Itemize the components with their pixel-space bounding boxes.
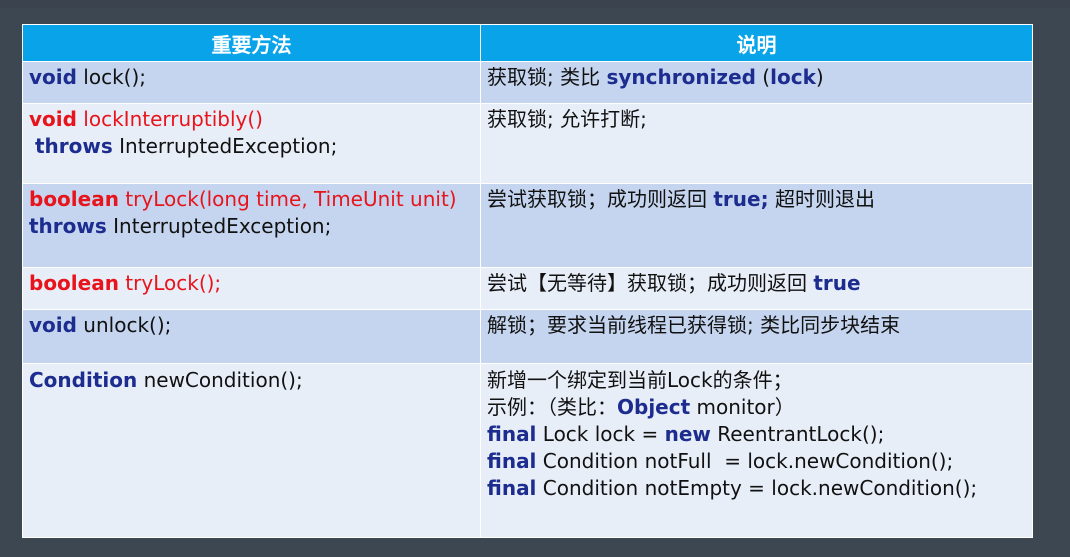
table-header-row: 重要方法 说明 [22, 24, 1033, 62]
table-row: boolean tryLock(long time, TimeUnit unit… [22, 183, 1033, 268]
keyword: boolean [29, 187, 119, 211]
keyword: final [487, 422, 537, 446]
description-cell: 获取锁; 允许打断; [480, 103, 1033, 184]
keyword: final [487, 476, 537, 500]
description-text: 解锁；要求当前线程已获得锁; 类比同步块结束 [487, 313, 901, 337]
slide-background: 重要方法 说明 void lock(); 获取锁; 类比 synchronize… [0, 0, 1070, 557]
code-text: ReentrantLock(); [710, 422, 885, 446]
keyword: Condition [29, 368, 138, 392]
method-cell: boolean tryLock(); [22, 267, 481, 310]
method-signature: tryLock(long time, TimeUnit unit) [118, 187, 457, 211]
code-text: Lock lock = [536, 422, 665, 446]
method-cell: boolean tryLock(long time, TimeUnit unit… [22, 183, 481, 268]
method-cell: void lock(); [22, 61, 481, 104]
method-cell: void unlock(); [22, 309, 481, 364]
method-cell: void lockInterruptibly() throws Interrup… [22, 103, 481, 184]
description-cell: 尝试【无等待】获取锁；成功则返回 true [480, 267, 1033, 310]
method-signature: unlock(); [76, 313, 172, 337]
description-text: ) [815, 65, 824, 89]
table-row: void unlock(); 解锁；要求当前线程已获得锁; 类比同步块结束 [22, 309, 1033, 364]
slide-top-strip [0, 0, 1070, 8]
description-text: 新增一个绑定到当前Lock的条件； [487, 368, 793, 392]
description-text: 尝试【无等待】获取锁；成功则返回 [487, 271, 814, 295]
method-line: throws InterruptedException; [29, 133, 474, 160]
code-text: Condition notEmpty = lock.newCondition()… [536, 476, 978, 500]
keyword: throws [35, 134, 113, 158]
description-text: 获取锁; 类比 [487, 65, 607, 89]
description-text: ( [755, 65, 771, 89]
description-cell: 尝试获取锁；成功则返回 true; 超时则退出 [480, 183, 1033, 268]
keyword: void [29, 313, 77, 337]
header-method: 重要方法 [22, 24, 481, 62]
code-line: final Condition notEmpty = lock.newCondi… [487, 475, 1026, 502]
code-text: Condition notFull = lock.newCondition(); [536, 449, 954, 473]
method-signature: newCondition(); [137, 368, 303, 392]
method-signature: tryLock(); [118, 271, 222, 295]
method-line: throws InterruptedException; [29, 213, 474, 240]
table-row: boolean tryLock(); 尝试【无等待】获取锁；成功则返回 true [22, 267, 1033, 310]
table-row: Condition newCondition(); 新增一个绑定到当前Lock的… [22, 363, 1033, 538]
description-text: 尝试获取锁；成功则返回 [487, 187, 714, 211]
method-line: void lockInterruptibly() [29, 106, 474, 133]
keyword: void [29, 65, 77, 89]
keyword: Object [617, 395, 691, 419]
method-line: boolean tryLock(long time, TimeUnit unit… [29, 186, 474, 213]
description-cell: 解锁；要求当前线程已获得锁; 类比同步块结束 [480, 309, 1033, 364]
method-signature: lock(); [76, 65, 147, 89]
method-signature: lockInterruptibly() [76, 107, 263, 131]
keyword: boolean [29, 271, 119, 295]
keyword: true; [713, 187, 769, 211]
code-line: final Condition notFull = lock.newCondit… [487, 448, 1026, 475]
description-text: 示例：（类比： [487, 395, 617, 419]
description-line: 示例：（类比：Object monitor） [487, 394, 1026, 421]
method-cell: Condition newCondition(); [22, 363, 481, 538]
header-description: 说明 [480, 24, 1033, 62]
description-cell: 获取锁; 类比 synchronized (lock) [480, 61, 1033, 104]
keyword: final [487, 449, 537, 473]
keyword: void [29, 107, 77, 131]
description-cell: 新增一个绑定到当前Lock的条件； 示例：（类比：Object monitor）… [480, 363, 1033, 538]
description-text: 获取锁; 允许打断; [487, 107, 647, 131]
method-signature: InterruptedException; [106, 214, 332, 238]
keyword: true [813, 271, 861, 295]
description-text: 超时则退出 [768, 187, 875, 211]
keyword: lock [770, 65, 816, 89]
method-signature: InterruptedException; [112, 134, 338, 158]
description-text: monitor） [690, 395, 795, 419]
lock-methods-table: 重要方法 说明 void lock(); 获取锁; 类比 synchronize… [22, 24, 1033, 538]
keyword: new [664, 422, 711, 446]
keyword: synchronized [606, 65, 756, 89]
keyword: throws [29, 214, 107, 238]
code-line: final Lock lock = new ReentrantLock(); [487, 421, 1026, 448]
table-row: void lockInterruptibly() throws Interrup… [22, 103, 1033, 184]
table-row: void lock(); 获取锁; 类比 synchronized (lock) [22, 61, 1033, 104]
